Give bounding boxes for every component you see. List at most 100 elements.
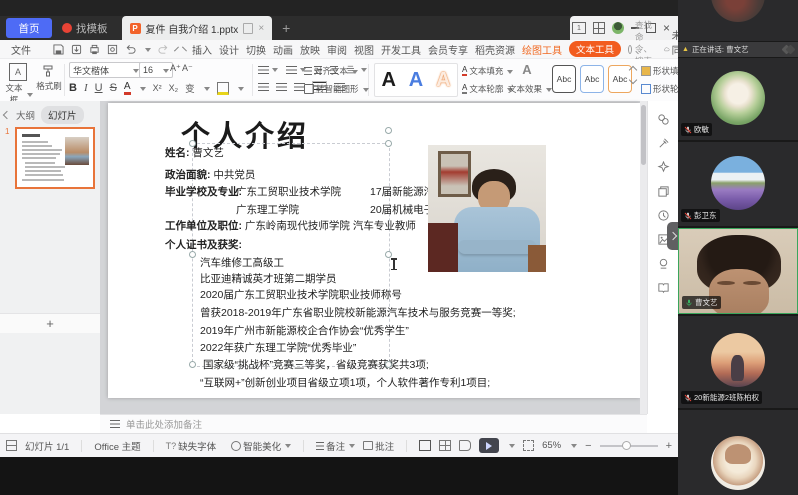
- text-effects-button[interactable]: 文本效果: [508, 83, 552, 95]
- selection-pane-icon[interactable]: [657, 185, 670, 198]
- customize-quickbar-caret[interactable]: [174, 47, 179, 52]
- play-options-caret[interactable]: [509, 444, 515, 451]
- missing-font-warning[interactable]: T? 缺失字体: [166, 439, 217, 453]
- zoom-level[interactable]: 65%: [542, 440, 561, 451]
- pin-icon[interactable]: [243, 23, 253, 34]
- zoom-slider-knob[interactable]: [622, 441, 631, 450]
- reading-pane-icon[interactable]: [657, 281, 670, 294]
- underline-button[interactable]: U: [95, 82, 103, 94]
- numbering-icon[interactable]: [286, 66, 297, 74]
- tab-home[interactable]: 首页: [6, 18, 52, 38]
- slide-photo[interactable]: [428, 145, 546, 272]
- undo-icon[interactable]: [125, 43, 136, 55]
- print-icon[interactable]: [89, 43, 100, 55]
- participant-tile-speaking[interactable]: 曹文艺: [678, 228, 798, 314]
- zoom-slider[interactable]: [600, 445, 658, 447]
- bullets-icon[interactable]: [258, 66, 269, 74]
- selection-handle[interactable]: [385, 361, 392, 368]
- reading-view-icon[interactable]: [459, 440, 471, 451]
- menu-tab-membership[interactable]: 会员专享: [428, 42, 468, 57]
- align-center-icon[interactable]: [276, 83, 287, 91]
- editing-canvas[interactable]: 个人介绍 姓名: 曹文艺 政治面貌: 中共党员 毕业学校及专业: 广东工贸职业技…: [100, 101, 640, 414]
- document-tab[interactable]: P 复件 自我介绍 1.pptx ×: [122, 16, 273, 40]
- superscript-button[interactable]: X²: [153, 83, 162, 93]
- menu-tab-transition[interactable]: 切换: [246, 42, 266, 57]
- textbox-button[interactable]: A 文本框: [3, 61, 33, 99]
- slides-tab[interactable]: 幻灯片: [41, 106, 84, 124]
- redo-icon[interactable]: [158, 43, 169, 55]
- zoom-out-button[interactable]: −: [585, 440, 591, 452]
- vertical-scrollbar[interactable]: [640, 101, 647, 414]
- font-size-select[interactable]: 16: [139, 62, 173, 78]
- menu-tab-draw-tools[interactable]: 绘图工具: [522, 42, 562, 57]
- italic-button[interactable]: I: [84, 82, 88, 94]
- scrollbar-thumb[interactable]: [641, 105, 646, 165]
- save-icon[interactable]: [53, 43, 64, 55]
- new-slide-button[interactable]: +: [0, 313, 101, 333]
- style-panel-icon[interactable]: [657, 113, 670, 126]
- selection-handle[interactable]: [189, 140, 196, 147]
- outline-tab[interactable]: 大纲: [16, 108, 35, 122]
- notes-toggle[interactable]: 备注: [316, 439, 355, 453]
- selection-handle[interactable]: [385, 140, 392, 147]
- format-painter-button[interactable]: 格式刷: [34, 61, 64, 99]
- collapse-panel-icon[interactable]: [3, 111, 11, 119]
- notes-area[interactable]: 单击此处添加备注: [100, 414, 647, 433]
- panel-collapse-handle[interactable]: [667, 222, 678, 250]
- text-style-blue[interactable]: A: [409, 69, 423, 92]
- layout-grid-icon[interactable]: [593, 22, 605, 34]
- new-tab-button[interactable]: +: [282, 20, 290, 36]
- stamp-pane-icon[interactable]: [657, 257, 670, 270]
- shape-style-1[interactable]: Abc: [552, 65, 576, 93]
- strikethrough-button[interactable]: S: [110, 82, 117, 94]
- align-left-icon[interactable]: [258, 83, 269, 91]
- close-tab-icon[interactable]: ×: [258, 23, 264, 34]
- normal-view-icon[interactable]: [419, 440, 431, 451]
- text-style-orange-outline[interactable]: A: [436, 69, 450, 92]
- grow-font-button[interactable]: A⁺: [170, 63, 181, 74]
- animation-pane-icon[interactable]: [657, 161, 670, 174]
- menu-tab-review[interactable]: 审阅: [327, 42, 347, 57]
- align-text-button[interactable]: 对齐文本: [304, 65, 358, 77]
- menu-tab-devtools[interactable]: 开发工具: [381, 42, 421, 57]
- slide-thumbnail[interactable]: [15, 127, 95, 189]
- menu-tab-slideshow[interactable]: 放映: [300, 42, 320, 57]
- text-style-black[interactable]: A: [381, 69, 395, 92]
- smart-graphic-button[interactable]: 转智能图形: [304, 83, 369, 95]
- participant-tile[interactable]: 欧敏: [678, 58, 798, 140]
- slideshow-play-button[interactable]: [479, 438, 499, 453]
- shape-style-more[interactable]: [630, 67, 636, 83]
- highlight-button[interactable]: [217, 82, 229, 95]
- view-mode-icon[interactable]: [6, 440, 17, 451]
- undo-caret[interactable]: [145, 48, 151, 55]
- selection-handle[interactable]: [189, 251, 196, 258]
- fit-slide-icon[interactable]: [523, 440, 534, 451]
- subscript-button[interactable]: X₂: [169, 83, 179, 93]
- participant-tile[interactable]: [678, 0, 798, 41]
- text-outline-button[interactable]: A 文本轮廓: [462, 83, 513, 95]
- slide-page[interactable]: 个人介绍 姓名: 曹文艺 政治面貌: 中共党员 毕业学校及专业: 广东工贸职业技…: [108, 103, 640, 398]
- menu-tab-docer-resources[interactable]: 稻壳资源: [475, 42, 515, 57]
- comments-toggle[interactable]: 批注: [363, 439, 394, 453]
- zoom-in-button[interactable]: +: [666, 440, 672, 452]
- change-case-button[interactable]: 变: [185, 81, 195, 95]
- slideshow-view-icon[interactable]: 1: [572, 22, 586, 34]
- slide-sorter-icon[interactable]: [439, 440, 451, 451]
- menu-tab-text-tools[interactable]: 文本工具: [569, 41, 621, 57]
- participant-tile[interactable]: 20新能源2班陈柏权: [678, 316, 798, 408]
- tabs-scroll-left-icon[interactable]: [182, 47, 187, 52]
- print-preview-icon[interactable]: [107, 43, 118, 55]
- font-color-caret[interactable]: [140, 87, 146, 94]
- shrink-font-button[interactable]: A⁻: [182, 63, 193, 74]
- bold-button[interactable]: B: [69, 82, 77, 94]
- menu-tab-insert[interactable]: 插入: [192, 42, 212, 57]
- participant-tile[interactable]: 彭卫东: [678, 142, 798, 226]
- timer-icon[interactable]: [657, 209, 670, 222]
- font-family-select[interactable]: 华文楷体: [69, 62, 143, 78]
- export-icon[interactable]: [71, 43, 82, 55]
- shape-style-2[interactable]: Abc: [580, 65, 604, 93]
- tab-docer-templates[interactable]: 找模板: [62, 21, 108, 36]
- theme-name[interactable]: Office 主题: [94, 439, 140, 453]
- font-color-button[interactable]: A: [124, 82, 131, 95]
- menu-tab-view[interactable]: 视图: [354, 42, 374, 57]
